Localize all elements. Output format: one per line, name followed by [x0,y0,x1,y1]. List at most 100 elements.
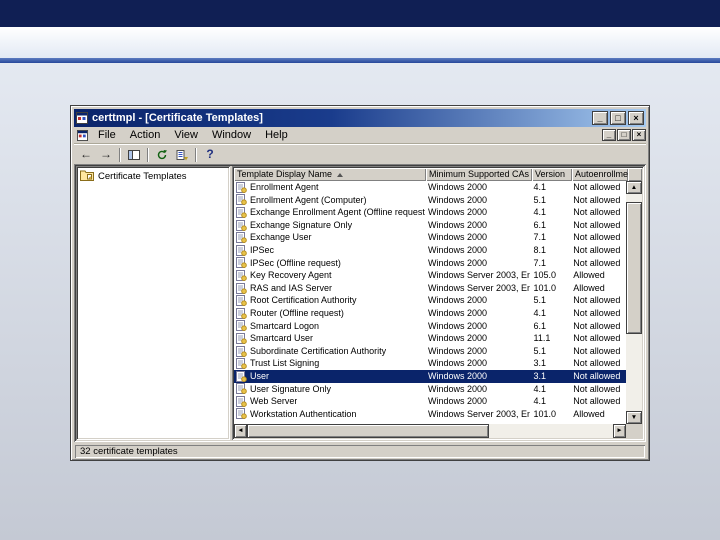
certificate-icon [236,383,247,395]
tree-item-certificate-templates[interactable]: Certificate Templates [80,170,187,182]
scroll-right-button[interactable]: ► [613,424,626,438]
menu-item-help[interactable]: Help [258,127,295,143]
certificate-icon [236,358,247,370]
window-title: certtmpl - [Certificate Templates] [92,112,263,124]
cell-template-display-name: Web Server [234,395,425,408]
cell-template-display-name: Exchange User [234,231,425,244]
column-header-autoenrollment[interactable]: Autoenrollment [572,168,628,181]
table-row[interactable]: Key Recovery Agent Windows Server 2003, … [234,269,626,282]
table-row[interactable]: Exchange Signature Only Windows 2000 6.1… [234,219,626,232]
table-row[interactable]: Trust List Signing Windows 2000 3.1 Not … [234,357,626,370]
close-button[interactable]: × [628,111,644,125]
certificate-icon [236,408,247,420]
templates-list-pane: Template Display Name Minimum Supported … [232,166,644,440]
tree-item-label: Certificate Templates [98,170,187,182]
cell-version: 6.1 [533,320,546,331]
back-button[interactable]: ← [76,146,96,163]
scroll-left-button[interactable]: ◄ [234,424,247,438]
cell-minimum-supported-cas: Windows 2000 [428,194,488,205]
table-row[interactable]: Enrollment Agent Windows 2000 4.1 Not al… [234,181,626,194]
cell-minimum-supported-cas: Windows 2000 [428,257,488,268]
table-row[interactable]: Subordinate Certification Authority Wind… [234,345,626,358]
table-row[interactable]: User Signature Only Windows 2000 4.1 Not… [234,383,626,396]
child-restore-button[interactable]: □ [617,129,631,141]
forward-button[interactable]: → [96,146,116,163]
cell-autoenrollment: Allowed [573,270,605,281]
table-row[interactable]: User Windows 2000 3.1 Not allowed [234,369,626,383]
table-row[interactable]: Router (Offline request) Windows 2000 4.… [234,307,626,320]
console-tree-pane: Certificate Templates [76,166,230,440]
cell-minimum-supported-cas: Windows 2000 [428,358,488,369]
table-row[interactable]: IPSec (Offline request) Windows 2000 7.1… [234,257,626,270]
cell-autoenrollment: Not allowed [573,333,621,344]
cell-minimum-supported-cas: Windows 2000 [428,244,488,255]
table-row[interactable]: Web Server Windows 2000 4.1 Not allowed [234,395,626,408]
menu-item-window[interactable]: Window [205,127,258,143]
table-row[interactable]: RAS and IAS Server Windows Server 2003, … [234,282,626,295]
menu-item-file[interactable]: File [91,127,123,143]
cell-version: 4.1 [533,396,546,407]
table-row[interactable]: Exchange User Windows 2000 7.1 Not allow… [234,231,626,244]
cell-autoenrollment: Not allowed [573,219,621,230]
certificate-icon [236,282,247,294]
show-hide-tree-button[interactable] [124,146,144,163]
cell-version: 101.0 [533,282,557,293]
certificate-icon [236,269,247,281]
cell-template-display-name: Router (Offline request) [234,307,425,320]
column-header-version[interactable]: Version [532,168,572,181]
horizontal-scrollbar-thumb[interactable] [247,424,489,438]
cell-version: 7.1 [533,257,546,268]
table-row[interactable]: Root Certification Authority Windows 200… [234,294,626,307]
vertical-scrollbar[interactable]: ▲ ▼ [626,181,642,424]
cell-template-display-name: Exchange Enrollment Agent (Offline reque… [234,206,425,219]
cell-template-display-name: Key Recovery Agent [234,269,425,282]
horizontal-scrollbar[interactable]: ◄ ► [234,424,626,438]
table-row[interactable]: Smartcard Logon Windows 2000 6.1 Not all… [234,320,626,333]
cell-version: 5.1 [533,295,546,306]
cell-minimum-supported-cas: Windows 2000 [428,370,488,381]
child-minimize-button[interactable]: _ [602,129,616,141]
scroll-up-button[interactable]: ▲ [626,181,642,194]
console-client-area: Certificate Templates Template Display N… [74,164,646,442]
column-header-minimum-supported-cas[interactable]: Minimum Supported CAs [426,168,532,181]
certificate-templates-folder-icon [80,170,94,182]
menu-item-action[interactable]: Action [123,127,168,143]
cell-autoenrollment: Not allowed [573,345,621,356]
toolbar-separator [119,147,121,162]
cell-version: 6.1 [533,219,546,230]
table-row[interactable]: Workstation Authentication Windows Serve… [234,408,626,421]
cell-template-display-name: Subordinate Certification Authority [234,345,425,358]
cell-minimum-supported-cas: Windows 2000 [428,219,488,230]
refresh-button[interactable] [152,146,172,163]
certificate-icon [236,244,247,256]
minimize-button[interactable]: _ [592,111,608,125]
child-close-button[interactable]: × [632,129,646,141]
export-list-button[interactable] [172,146,192,163]
certificate-icon [236,194,247,206]
table-row[interactable]: Exchange Enrollment Agent (Offline reque… [234,206,626,219]
vertical-scrollbar-thumb[interactable] [626,202,642,334]
cell-version: 105.0 [533,270,557,281]
help-button[interactable]: ? [200,146,220,163]
cell-template-display-name: Root Certification Authority [234,294,425,307]
certificate-icon [236,307,247,319]
export-list-icon [176,149,188,161]
cell-template-display-name: Enrollment Agent (Computer) [234,194,425,207]
column-header-template-display-name[interactable]: Template Display Name [234,168,426,181]
cell-version: 3.1 [533,358,546,369]
maximize-button[interactable]: □ [610,111,626,125]
cell-minimum-supported-cas: Windows 2000 [428,333,488,344]
menu-bar: File Action View Window Help _ □ × [74,127,646,144]
table-row[interactable]: Enrollment Agent (Computer) Windows 2000… [234,194,626,207]
menu-item-view[interactable]: View [167,127,205,143]
cell-version: 4.1 [533,307,546,318]
cell-minimum-supported-cas: Windows 2000 [428,345,488,356]
table-row[interactable]: Smartcard User Windows 2000 11.1 Not all… [234,332,626,345]
scroll-down-button[interactable]: ▼ [626,411,642,424]
toolbar: ← → ? [74,144,646,164]
table-row[interactable]: IPSec Windows 2000 8.1 Not allowed [234,244,626,257]
cell-autoenrollment: Allowed [573,408,605,419]
toolbar-separator [195,147,197,162]
cell-minimum-supported-cas: Windows Server 2003, En... [428,408,531,419]
cell-template-display-name: User [234,370,425,383]
